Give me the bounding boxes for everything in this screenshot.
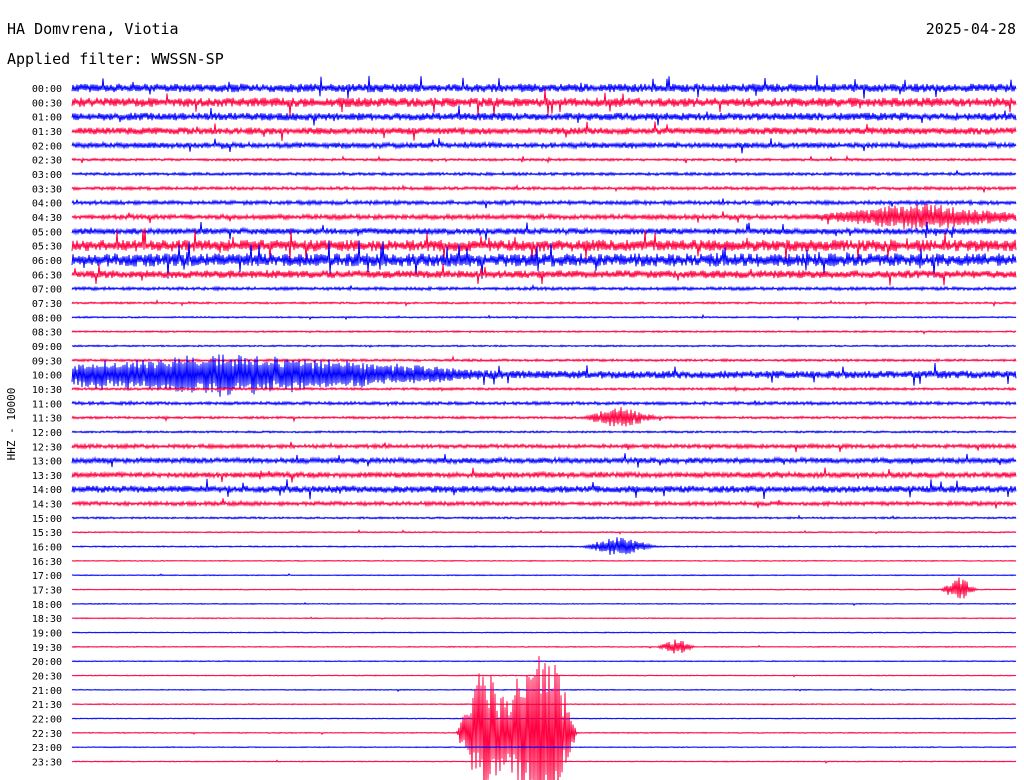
trace-line (71, 399, 1017, 407)
trace-line (71, 478, 1017, 500)
row-time-label: 02:30 (32, 156, 62, 167)
trace-line (71, 559, 1017, 563)
row-time-label: 01:30 (32, 127, 62, 138)
row-time-label: 03:00 (32, 170, 62, 181)
row-time-label: 09:00 (32, 342, 62, 353)
row-time-label: 23:30 (32, 758, 62, 769)
trace-line (71, 138, 1017, 154)
row-time-label: 14:00 (32, 485, 62, 496)
trace-line (71, 221, 1017, 241)
row-time-label: 16:00 (32, 543, 62, 554)
row-time-label: 00:00 (32, 84, 62, 95)
row-time-label: 12:30 (32, 442, 62, 453)
row-time-label: 18:00 (32, 600, 62, 611)
trace-line (71, 299, 1017, 308)
row-time-label: 04:30 (32, 213, 62, 224)
trace-line (71, 203, 1017, 230)
row-time-label: 04:00 (32, 199, 62, 210)
row-time-label: 17:00 (32, 571, 62, 582)
trace-line (71, 441, 1017, 453)
trace-line (71, 498, 1017, 509)
trace-line (71, 121, 1017, 142)
row-time-label: 06:30 (32, 270, 62, 281)
row-time-label: 00:30 (32, 98, 62, 109)
trace-line (71, 88, 1017, 117)
row-time-label: 22:00 (32, 715, 62, 726)
trace-line (71, 343, 1017, 349)
row-time-label: 10:00 (32, 371, 62, 382)
row-time-label: 20:30 (32, 672, 62, 683)
trace-line (71, 429, 1017, 434)
row-time-label: 22:30 (32, 729, 62, 740)
trace-line (71, 407, 1017, 427)
seismogram-chart: 00:00 00:30 01:00 01:30 02:00 02:30 03:00 03:30… (5, 75, 1017, 780)
trace-line (71, 601, 1017, 607)
trace-line (71, 573, 1017, 577)
trace-line (71, 688, 1017, 693)
trace-line (71, 616, 1017, 620)
row-time-label: 05:00 (32, 227, 62, 238)
row-time-label: 21:30 (32, 700, 62, 711)
trace-line (71, 529, 1017, 535)
row-time-label: 18:30 (32, 614, 62, 625)
row-time-label: 15:30 (32, 528, 62, 539)
trace-line (71, 283, 1017, 292)
row-time-label: 20:00 (32, 657, 62, 668)
row-time-label: 11:00 (32, 399, 62, 410)
trace-line (71, 264, 1017, 286)
trace-line (71, 170, 1017, 177)
row-time-label: 07:30 (32, 299, 62, 310)
row-time-label: 10:30 (32, 385, 62, 396)
y-axis-label: HHZ - 10000 (5, 388, 18, 461)
trace-line (71, 703, 1017, 706)
trace-line (71, 105, 1017, 126)
trace-line (71, 453, 1017, 468)
row-time-label: 16:30 (32, 557, 62, 568)
trace-line (71, 514, 1017, 520)
trace-line (71, 674, 1017, 678)
trace-line (71, 313, 1017, 321)
trace-line (71, 717, 1017, 720)
row-time-label: 13:00 (32, 457, 62, 468)
row-time-label: 13:30 (32, 471, 62, 482)
trace-line (71, 154, 1017, 164)
row-time-label: 17:30 (32, 586, 62, 597)
row-time-label: 14:30 (32, 500, 62, 511)
row-time-label: 21:00 (32, 686, 62, 697)
row-time-label: 03:30 (32, 184, 62, 195)
row-time-label: 02:00 (32, 141, 62, 152)
row-time-label: 09:30 (32, 356, 62, 367)
trace-line (71, 385, 1017, 393)
row-time-label: 05:30 (32, 242, 62, 253)
trace-line (71, 577, 1017, 599)
trace-line (71, 75, 1017, 99)
row-time-label: 19:00 (32, 629, 62, 640)
row-time-label: 11:30 (32, 414, 62, 425)
trace-line (71, 639, 1017, 654)
trace-line (71, 183, 1017, 193)
row-time-label: 08:00 (32, 313, 62, 324)
trace-line (71, 537, 1017, 555)
trace-line (71, 467, 1017, 483)
trace-line (71, 329, 1017, 335)
row-time-label: 07:00 (32, 285, 62, 296)
row-time-label: 08:30 (32, 328, 62, 339)
trace-line (71, 660, 1017, 663)
row-time-label: 06:00 (32, 256, 62, 267)
row-time-label: 23:00 (32, 743, 62, 754)
trace-line (71, 746, 1017, 749)
trace-line (71, 198, 1017, 209)
row-time-label: 15:00 (32, 514, 62, 525)
row-time-label: 01:00 (32, 113, 62, 124)
trace-line (71, 631, 1017, 634)
row-time-label: 12:00 (32, 428, 62, 439)
row-time-label: 19:30 (32, 643, 62, 654)
